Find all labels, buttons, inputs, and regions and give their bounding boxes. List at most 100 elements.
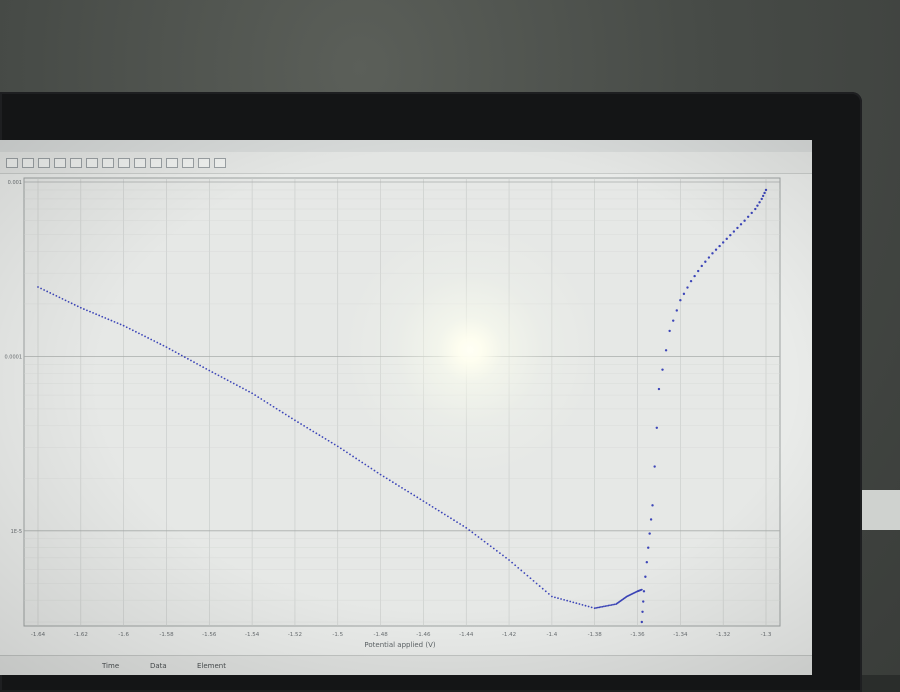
data-point-interp	[601, 605, 604, 608]
data-point-interp	[67, 300, 70, 303]
data-point-interp	[434, 507, 437, 510]
data-point-interp	[645, 561, 649, 564]
legend-icon[interactable]	[150, 157, 162, 168]
data-point-interp	[544, 590, 547, 593]
data-point-interp	[43, 289, 46, 291]
data-point-interp	[532, 579, 535, 582]
data-point-interp	[128, 327, 131, 330]
data-point-interp	[575, 602, 578, 605]
data-point-interp	[235, 384, 238, 387]
monitor-screen: 0.001 0.0001 1E-5 -1.64 -1.62 -1.6 -1.58 -1.56…	[0, 140, 812, 675]
data-point-interp	[761, 194, 765, 198]
scale-icon[interactable]	[134, 157, 146, 168]
y-tick-label: 0.0001	[5, 354, 23, 360]
data-point-interp	[330, 441, 333, 444]
data-point-interp	[653, 465, 656, 468]
data-point-interp	[385, 477, 388, 480]
data-point-interp	[492, 547, 495, 550]
data-point-interp	[407, 490, 410, 493]
data-point-interp	[718, 244, 721, 248]
settings-icon[interactable]	[182, 157, 194, 168]
data-point-interp	[196, 362, 198, 365]
data-point-interp	[40, 287, 42, 290]
data-point-interp	[606, 604, 608, 607]
data-point-interp	[596, 606, 599, 609]
data-point-interp	[107, 318, 110, 321]
data-point	[640, 588, 643, 591]
data-point-interp	[352, 455, 354, 458]
x-tick-label: -1.38	[588, 632, 603, 638]
data-point-interp	[205, 367, 208, 370]
data-point-interp	[486, 543, 489, 545]
data-point	[208, 369, 211, 372]
data-point-interp	[287, 415, 290, 418]
data-point-interp	[725, 237, 728, 241]
print-icon[interactable]	[38, 157, 50, 168]
save-icon[interactable]	[6, 157, 18, 168]
x-tick-label: -1.58	[159, 632, 174, 638]
data-point-interp	[199, 364, 202, 367]
data-point	[640, 620, 644, 624]
data-point-interp	[95, 313, 98, 316]
data-point-interp	[693, 274, 696, 278]
copy-icon[interactable]	[54, 157, 66, 168]
data-point-interp	[437, 509, 440, 512]
data-point	[336, 445, 339, 448]
data-point-interp	[346, 451, 348, 454]
zoom-icon[interactable]	[70, 157, 82, 168]
data-point-interp	[113, 320, 116, 323]
data-point-interp	[644, 575, 647, 578]
export-icon[interactable]	[166, 157, 178, 168]
x-tick-label: -1.32	[716, 632, 730, 638]
cursor-icon[interactable]	[102, 157, 114, 168]
x-tick-label: -1.44	[459, 632, 474, 638]
data-point-interp	[398, 485, 400, 487]
data-point-interp	[171, 349, 174, 352]
data-point-interp	[604, 605, 607, 608]
data-point-interp	[46, 290, 49, 293]
grid-icon[interactable]	[118, 157, 130, 168]
data-point-interp	[180, 354, 183, 357]
data-point-interp	[101, 315, 104, 318]
data-point-interp	[664, 349, 668, 352]
data-point-interp	[232, 382, 235, 385]
data-point-interp	[141, 333, 143, 336]
data-point-interp	[756, 204, 759, 207]
help-icon[interactable]	[214, 157, 226, 168]
x-tick-label: -1.54	[245, 632, 260, 638]
data-point-interp	[324, 438, 327, 440]
data-point-interp	[144, 335, 146, 338]
x-tick-label: -1.48	[373, 632, 388, 638]
data-point-interp	[73, 303, 76, 306]
data-point-interp	[547, 593, 550, 595]
data-point-interp	[242, 387, 244, 390]
data-point	[732, 230, 736, 233]
data-point-interp	[284, 413, 287, 416]
data-point-interp	[595, 606, 598, 609]
data-point-interp	[226, 379, 229, 382]
data-point-interp	[290, 417, 293, 420]
data-point-interp	[391, 481, 394, 484]
x-tick-label: -1.52	[288, 632, 302, 638]
data-point-interp	[696, 269, 700, 273]
data-point-interp	[682, 292, 686, 296]
data-point-interp	[471, 531, 474, 534]
data-point-interp	[217, 374, 220, 377]
data-point-interp	[52, 293, 55, 296]
data-point-interp	[119, 323, 122, 326]
open-icon[interactable]	[22, 157, 34, 168]
data-point-interp	[598, 606, 601, 609]
data-point-interp	[535, 582, 538, 585]
data-point-interp	[110, 319, 113, 322]
refresh-icon[interactable]	[198, 157, 210, 168]
data-point-interp	[260, 398, 263, 400]
data-point-interp	[382, 475, 385, 478]
data-point	[754, 207, 757, 211]
x-tick-label: -1.62	[74, 632, 88, 638]
data-point	[508, 559, 510, 561]
data-point-interp	[613, 603, 616, 606]
data-point-interp	[104, 317, 107, 319]
pan-icon[interactable]	[86, 157, 98, 168]
data-point	[647, 546, 650, 549]
data-point-interp	[327, 439, 330, 442]
